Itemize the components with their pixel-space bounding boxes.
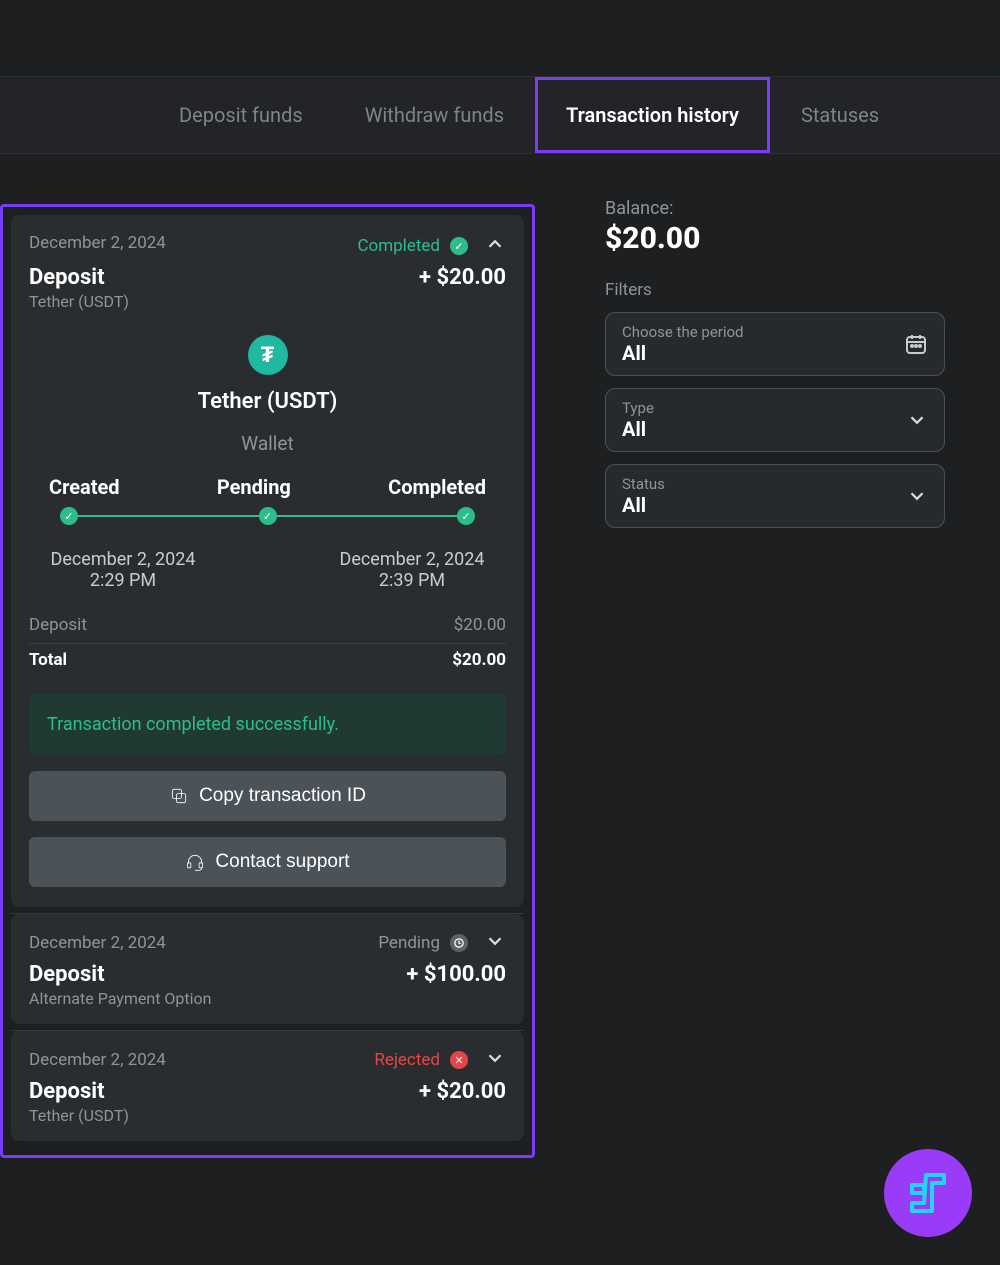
tx-date: December 2, 2024 xyxy=(29,233,166,253)
expand-toggle[interactable] xyxy=(484,1047,506,1073)
chevron-down-icon xyxy=(906,409,928,431)
copy-transaction-id-button[interactable]: Copy transaction ID xyxy=(29,771,506,821)
transaction-card: December 2, 2024 Pending Deposit xyxy=(11,914,524,1024)
step-pending: Pending xyxy=(217,475,291,499)
contact-support-button[interactable]: Contact support xyxy=(29,837,506,887)
bd-label: Deposit xyxy=(29,615,87,635)
tab-transaction-history[interactable]: Transaction history xyxy=(535,77,770,153)
tx-amount: + $20.00 xyxy=(419,1079,506,1104)
status-badge: Rejected xyxy=(374,1050,440,1070)
clock-icon xyxy=(450,934,468,952)
tabs-bar: Deposit funds Withdraw funds Transaction… xyxy=(0,76,1000,154)
transaction-card-expanded: December 2, 2024 Completed ✓ Deposit Tet… xyxy=(11,215,524,907)
step-created: Created xyxy=(49,475,120,499)
timestamp-created: December 2, 2024 2:29 PM xyxy=(43,549,203,591)
total-label: Total xyxy=(29,650,67,670)
wallet-label: Wallet xyxy=(29,432,506,455)
check-icon: ✓ xyxy=(450,237,468,255)
tx-subtitle: Alternate Payment Option xyxy=(29,989,212,1008)
filter-period-label: Choose the period xyxy=(622,323,744,341)
filter-status-value: All xyxy=(622,493,665,517)
filter-period[interactable]: Choose the period All xyxy=(605,312,945,376)
check-icon: ✓ xyxy=(259,507,277,525)
tx-amount: + $100.00 xyxy=(406,962,506,987)
balance-value: $20.00 xyxy=(605,221,945,256)
logo-icon xyxy=(904,1169,952,1217)
expand-toggle[interactable] xyxy=(484,930,506,956)
balance-label: Balance: xyxy=(605,198,945,219)
filter-status-label: Status xyxy=(622,475,665,493)
tx-subtitle: Tether (USDT) xyxy=(29,292,129,311)
tx-type: Deposit xyxy=(29,1079,129,1104)
tab-statuses[interactable]: Statuses xyxy=(770,77,910,153)
tx-subtitle: Tether (USDT) xyxy=(29,1106,129,1125)
filter-status[interactable]: Status All xyxy=(605,464,945,528)
check-icon: ✓ xyxy=(457,507,475,525)
tx-date: December 2, 2024 xyxy=(29,1050,166,1070)
calendar-icon xyxy=(904,332,928,356)
tab-deposit-funds[interactable]: Deposit funds xyxy=(148,77,334,153)
filter-type-label: Type xyxy=(622,399,654,417)
total-value: $20.00 xyxy=(452,650,506,670)
transaction-card: December 2, 2024 Rejected ✕ Deposit Teth… xyxy=(11,1031,524,1141)
timestamp-completed: December 2, 2024 2:39 PM xyxy=(332,549,492,591)
tx-type: Deposit xyxy=(29,962,212,987)
transaction-list: December 2, 2024 Completed ✓ Deposit Tet… xyxy=(0,204,535,1158)
step-completed: Completed xyxy=(388,475,486,499)
tx-type: Deposit xyxy=(29,265,129,290)
chevron-down-icon xyxy=(906,485,928,507)
x-icon: ✕ xyxy=(450,1051,468,1069)
tab-withdraw-funds[interactable]: Withdraw funds xyxy=(334,77,535,153)
coin-name: Tether (USDT) xyxy=(29,389,506,414)
help-fab[interactable] xyxy=(884,1149,972,1237)
check-icon: ✓ xyxy=(60,507,78,525)
filter-type[interactable]: Type All xyxy=(605,388,945,452)
status-badge: Completed xyxy=(357,236,440,256)
progress-track: ✓ ✓ ✓ xyxy=(69,507,466,525)
copy-icon xyxy=(169,786,189,806)
success-banner: Transaction completed successfully. xyxy=(29,694,506,755)
tx-date: December 2, 2024 xyxy=(29,933,166,953)
filter-type-value: All xyxy=(622,417,654,441)
filter-period-value: All xyxy=(622,341,744,365)
headset-icon xyxy=(185,852,205,872)
tx-amount: + $20.00 xyxy=(419,265,506,290)
filters-label: Filters xyxy=(605,280,945,300)
status-steps: Created Pending Completed xyxy=(29,475,506,499)
status-badge: Pending xyxy=(378,933,440,953)
collapse-toggle[interactable] xyxy=(484,233,506,259)
tether-icon: ₮ xyxy=(248,335,288,375)
bd-value: $20.00 xyxy=(454,615,506,635)
